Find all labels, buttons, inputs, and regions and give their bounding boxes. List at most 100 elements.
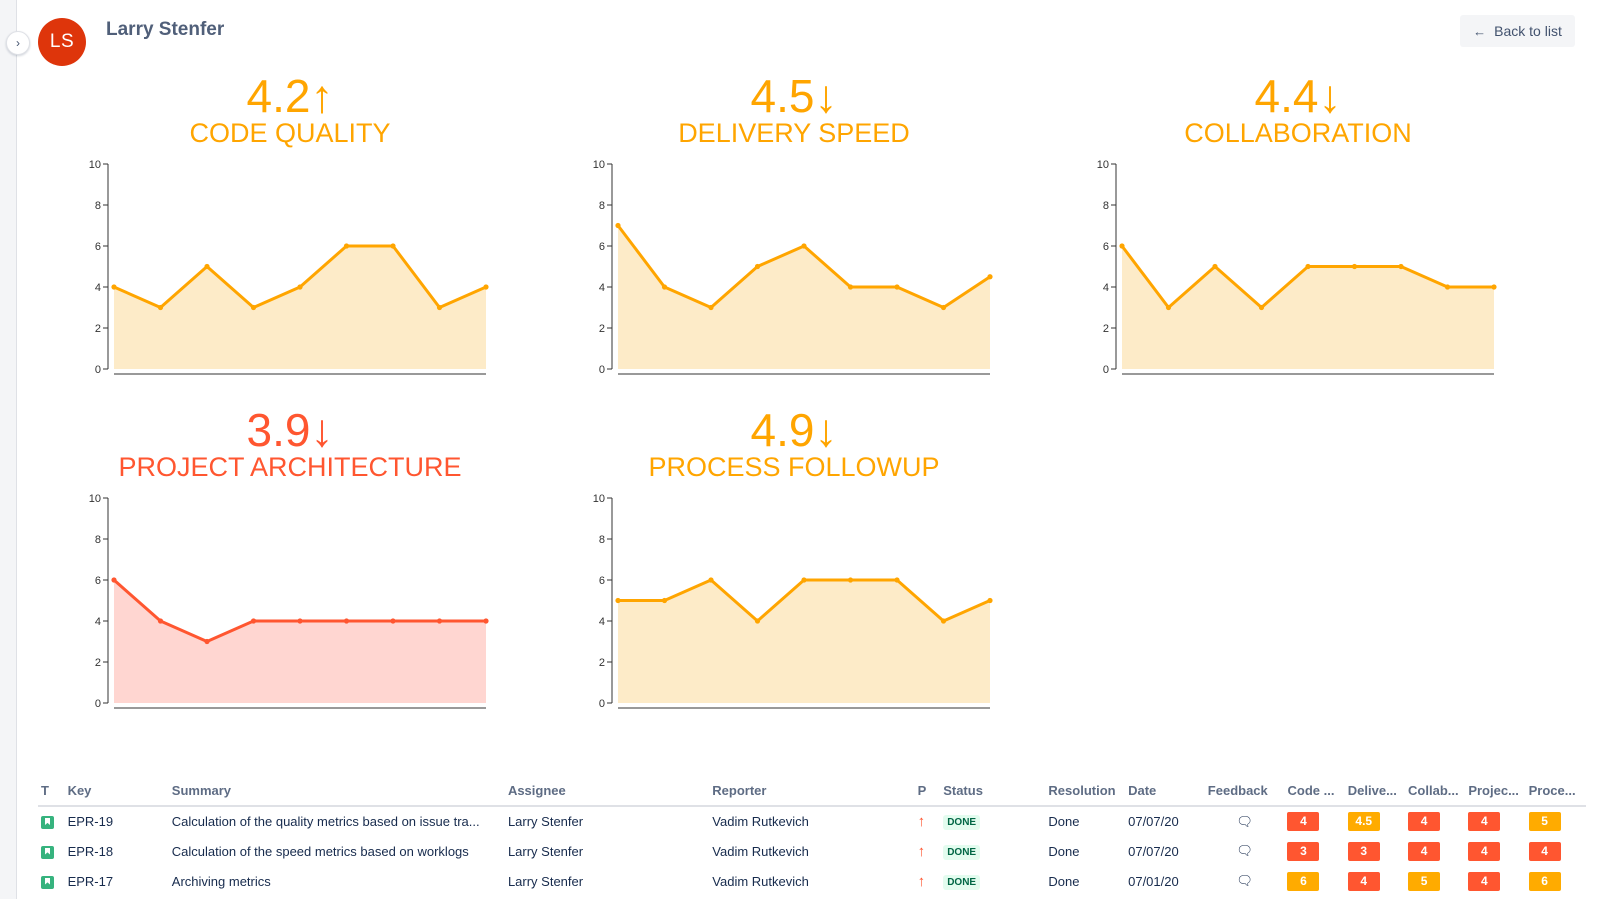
score-cell: 4: [1284, 806, 1344, 836]
y-tick-label: 8: [599, 534, 605, 546]
data-point: [987, 597, 993, 604]
data-point: [894, 284, 900, 290]
y-tick-label: 4: [1103, 282, 1109, 294]
score-badge: 3: [1287, 841, 1320, 861]
data-point: [1351, 263, 1358, 270]
y-tick-label: 2: [599, 657, 605, 669]
issue-key-cell[interactable]: EPR-18: [65, 836, 169, 866]
back-to-list-button[interactable]: ← Back to list: [1460, 15, 1575, 47]
y-tick-label: 6: [599, 241, 605, 253]
column-header[interactable]: Feedback: [1204, 776, 1285, 807]
y-tick-label: 0: [599, 698, 605, 710]
metric-title: PROCESS FOLLOWUP: [648, 452, 940, 482]
data-point: [1165, 304, 1172, 311]
data-point: [940, 304, 947, 311]
score-cell: 4: [1345, 866, 1405, 896]
column-header[interactable]: Collab...: [1405, 776, 1466, 807]
data-point: [754, 263, 761, 270]
y-tick-label: 0: [1103, 364, 1109, 376]
column-header[interactable]: Delive...: [1344, 776, 1406, 807]
data-point: [111, 284, 117, 290]
avatar-initials: LS: [49, 31, 75, 52]
date-cell: 07/01/20: [1128, 873, 1179, 889]
issue-type-cell: [38, 866, 65, 896]
metric-chart: 0 2 4 6 8 10: [89, 159, 489, 376]
data-point: [1444, 284, 1451, 290]
score-badge: 6: [1287, 871, 1320, 891]
feedback-cell[interactable]: 🗨: [1205, 866, 1285, 896]
score-cell: 4: [1465, 806, 1525, 836]
column-header[interactable]: T: [38, 776, 65, 807]
score-badge: 4: [1468, 841, 1501, 861]
column-header[interactable]: Key: [64, 776, 169, 807]
score-cell: 4: [1526, 836, 1586, 866]
status-cell: DONE: [940, 806, 1045, 836]
data-point: [343, 243, 350, 249]
issue-key-cell[interactable]: EPR-17: [65, 866, 169, 896]
data-point: [157, 618, 164, 624]
column-header[interactable]: Resolution: [1045, 776, 1126, 807]
summary-cell[interactable]: Calculation of the speed metrics based o…: [169, 836, 505, 866]
data-point: [1491, 284, 1497, 290]
metric-score: 4.4↓: [1254, 70, 1342, 122]
assignee-cell: Larry Stenfer: [507, 873, 584, 889]
y-tick-label: 6: [95, 241, 101, 253]
chevron-right-icon: ›: [16, 36, 20, 50]
y-tick-label: 0: [599, 364, 605, 376]
column-header[interactable]: Code ...: [1284, 776, 1345, 807]
y-tick-label: 2: [1103, 323, 1109, 335]
column-header[interactable]: P: [914, 776, 941, 807]
data-point: [847, 577, 854, 583]
data-point: [847, 284, 854, 290]
column-header[interactable]: Summary: [168, 776, 505, 807]
score-cell: 5: [1405, 866, 1465, 896]
issue-key-cell[interactable]: EPR-19: [65, 806, 169, 836]
data-point: [987, 274, 993, 280]
data-point: [801, 577, 807, 583]
reporter-cell: Vadim Rutkevich: [712, 873, 809, 889]
resolution-cell: Done: [1048, 873, 1080, 889]
metric-title: COLLABORATION: [1184, 118, 1412, 148]
score-cell: 4: [1405, 806, 1465, 836]
arrow-up-icon: ↑: [917, 872, 926, 890]
feedback-cell[interactable]: 🗨: [1205, 836, 1285, 866]
y-tick-label: 4: [95, 616, 101, 628]
data-point: [1398, 263, 1404, 270]
column-header[interactable]: Projec...: [1465, 776, 1526, 807]
column-header[interactable]: Proce...: [1525, 776, 1586, 807]
metric-card-delivery-speed: 4.5↓ DELIVERY SPEED 0 2 4 6 8 10: [564, 70, 1024, 376]
comment-icon[interactable]: 🗨: [1236, 873, 1253, 888]
comment-icon[interactable]: 🗨: [1236, 843, 1253, 858]
metric-chart: 0 2 4 6 8 10: [89, 493, 489, 710]
status-badge: DONE: [943, 874, 981, 890]
y-tick-label: 8: [599, 200, 605, 212]
y-tick-label: 10: [89, 159, 101, 171]
metric-score: 3.9↓: [246, 404, 334, 456]
priority-cell: ↑: [915, 836, 941, 866]
score-cell: 3: [1345, 836, 1405, 866]
reporter-cell: Vadim Rutkevich: [712, 814, 809, 829]
table-row[interactable]: EPR-17 Archiving metrics Larry Stenfer Vadi…: [38, 866, 1586, 896]
score-badge: 4: [1287, 812, 1320, 831]
resolution-cell: Done: [1048, 843, 1080, 859]
score-cell: 4: [1465, 836, 1525, 866]
data-point: [297, 284, 303, 290]
resolution-cell: Done: [1048, 814, 1080, 829]
score-badge: 4: [1408, 812, 1441, 831]
reporter-cell: Vadim Rutkevich: [712, 843, 809, 859]
area-fill: [114, 580, 486, 703]
table-row[interactable]: EPR-18 Calculation of the speed metrics b…: [38, 836, 1586, 866]
feedback-cell[interactable]: 🗨: [1205, 806, 1285, 836]
summary-cell[interactable]: Calculation of the quality metrics based…: [169, 806, 505, 836]
comment-icon[interactable]: 🗨: [1236, 814, 1253, 829]
column-header[interactable]: Assignee: [504, 776, 710, 807]
column-header[interactable]: Date: [1125, 776, 1205, 807]
column-header[interactable]: Reporter: [709, 776, 915, 807]
expand-sidebar-button[interactable]: ›: [6, 31, 30, 55]
data-point: [1258, 304, 1265, 311]
table-row[interactable]: EPR-19 Calculation of the quality metrics…: [38, 806, 1586, 836]
y-tick-label: 6: [1103, 241, 1109, 253]
column-header[interactable]: Status: [940, 776, 1046, 807]
table-header-row: T Key Summary Assignee Reporter P Status Resolu…: [38, 776, 1586, 807]
summary-cell[interactable]: Archiving metrics: [169, 866, 505, 896]
